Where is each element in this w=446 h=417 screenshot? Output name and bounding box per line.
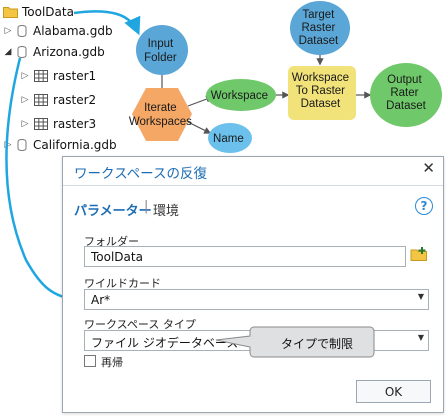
callout-text: タイプで制限	[280, 337, 353, 351]
callout-shape	[215, 326, 375, 358]
